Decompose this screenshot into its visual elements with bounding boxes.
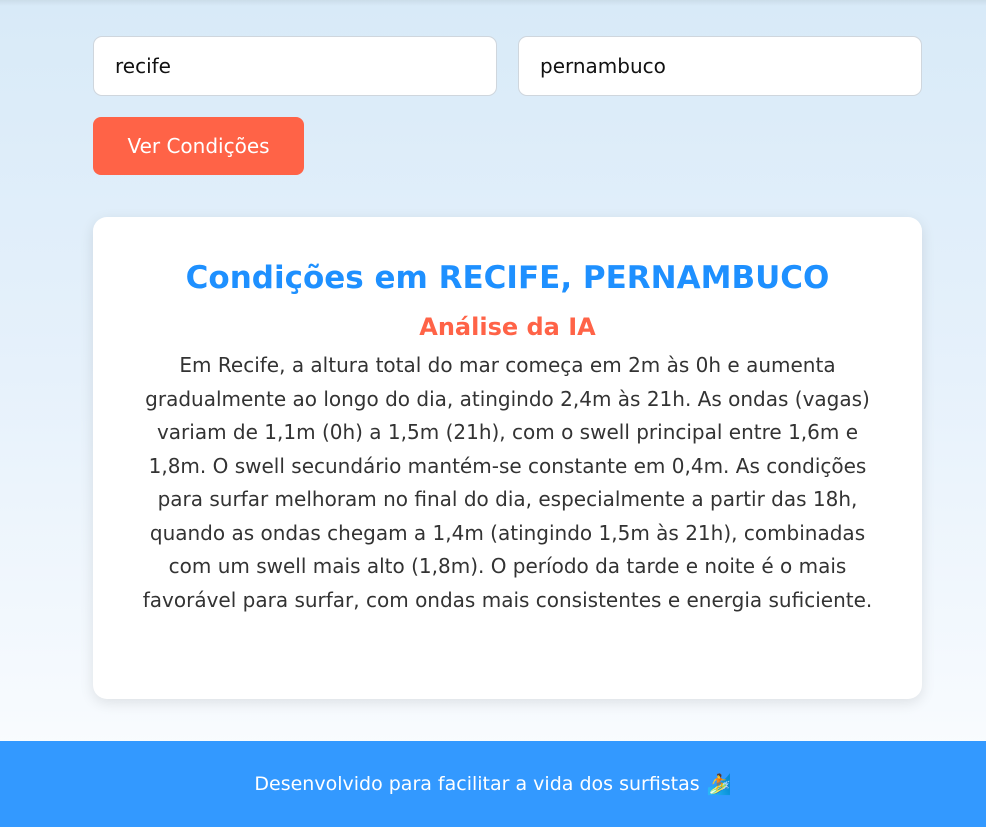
result-card: Condições em RECIFE, PERNAMBUCO Análise … xyxy=(93,217,922,699)
search-form xyxy=(93,36,922,96)
ver-condicoes-button[interactable]: Ver Condições xyxy=(93,117,304,175)
top-shadow xyxy=(0,0,986,6)
footer: Desenvolvido para facilitar a vida dos s… xyxy=(0,741,986,827)
result-title: Condições em RECIFE, PERNAMBUCO xyxy=(185,260,830,296)
city-input[interactable] xyxy=(93,36,497,96)
surfer-icon: 🏄 xyxy=(706,772,732,796)
state-input[interactable] xyxy=(518,36,922,96)
analysis-text: Em Recife, a altura total do mar começa … xyxy=(142,353,873,612)
footer-text: Desenvolvido para facilitar a vida dos s… xyxy=(254,773,700,795)
analysis-heading: Análise da IA xyxy=(419,313,596,341)
